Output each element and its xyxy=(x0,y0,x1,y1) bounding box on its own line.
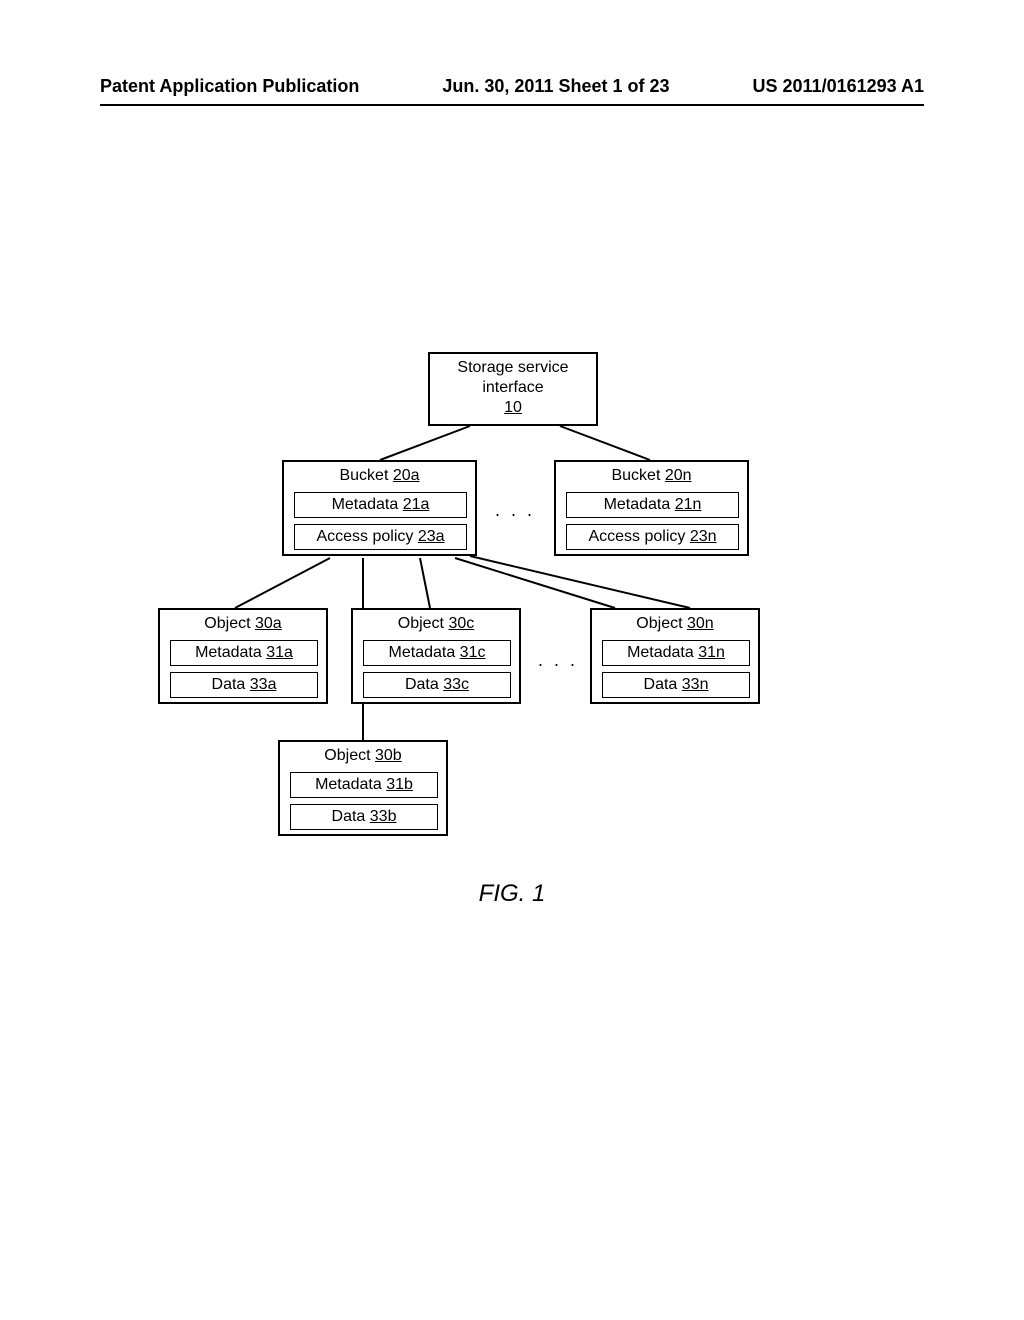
bucket-20a-title: Bucket 20a xyxy=(284,466,475,486)
object-30c-data: Data 33c xyxy=(363,672,511,698)
object-30b-metadata: Metadata 31b xyxy=(290,772,438,798)
object-30c-data-prefix: Data xyxy=(405,676,443,693)
page-header: Patent Application Publication Jun. 30, … xyxy=(100,76,924,97)
object-30n-metadata: Metadata 31n xyxy=(602,640,750,666)
bucket-20n-access-policy: Access policy 23n xyxy=(566,524,739,550)
object-30b-title-ref: 30b xyxy=(375,747,402,764)
object-30a-data: Data 33a xyxy=(170,672,318,698)
header-right: US 2011/0161293 A1 xyxy=(753,76,924,97)
object-30n-title-ref: 30n xyxy=(687,615,714,632)
object-30a-meta-prefix: Metadata xyxy=(195,644,266,661)
header-rule xyxy=(100,104,924,106)
bucket-20a-ap-ref: 23a xyxy=(418,528,445,545)
bucket-20a-title-ref: 20a xyxy=(393,467,420,484)
bucket-20a-ap-prefix: Access policy xyxy=(316,528,417,545)
object-30b-data-prefix: Data xyxy=(332,808,370,825)
interface-title-line1: Storage service xyxy=(430,358,596,378)
header-mid: Jun. 30, 2011 Sheet 1 of 23 xyxy=(442,76,669,97)
object-30c-metadata: Metadata 31c xyxy=(363,640,511,666)
interface-title-line2: interface xyxy=(430,378,596,398)
bucket-20n-meta-prefix: Metadata xyxy=(604,496,675,513)
object-30b-title: Object 30b xyxy=(280,746,446,766)
object-30n-meta-prefix: Metadata xyxy=(627,644,698,661)
object-30a-data-prefix: Data xyxy=(212,676,250,693)
figure-caption: FIG. 1 xyxy=(0,880,1024,908)
object-30n-meta-ref: 31n xyxy=(698,644,725,661)
object-30a-data-ref: 33a xyxy=(250,676,277,693)
object-30a-metadata: Metadata 31a xyxy=(170,640,318,666)
object-30n-title: Object 30n xyxy=(592,614,758,634)
object-30n-data-ref: 33n xyxy=(682,676,709,693)
object-30b-meta-ref: 31b xyxy=(386,776,413,793)
bucket-20n-box: Bucket 20n Metadata 21n Access policy 23… xyxy=(554,460,749,556)
interface-ref: 10 xyxy=(504,398,522,418)
bucket-20a-meta-prefix: Metadata xyxy=(332,496,403,513)
ellipsis-objects: . . . xyxy=(538,650,578,671)
bucket-20n-ap-ref: 23n xyxy=(690,528,717,545)
object-30a-meta-ref: 31a xyxy=(266,644,293,661)
object-30b-title-prefix: Object xyxy=(324,747,375,764)
bucket-20a-access-policy: Access policy 23a xyxy=(294,524,467,550)
object-30b-meta-prefix: Metadata xyxy=(315,776,386,793)
object-30c-box: Object 30c Metadata 31c Data 33c xyxy=(351,608,521,704)
object-30n-data-prefix: Data xyxy=(644,676,682,693)
bucket-20a-title-prefix: Bucket xyxy=(339,467,392,484)
object-30a-title-prefix: Object xyxy=(204,615,255,632)
object-30n-title-prefix: Object xyxy=(636,615,687,632)
object-30c-title-prefix: Object xyxy=(398,615,449,632)
bucket-20n-title: Bucket 20n xyxy=(556,466,747,486)
object-30b-data-ref: 33b xyxy=(370,808,397,825)
header-left: Patent Application Publication xyxy=(100,76,359,97)
object-30a-title-ref: 30a xyxy=(255,615,282,632)
bucket-20n-title-prefix: Bucket xyxy=(611,467,664,484)
page: Patent Application Publication Jun. 30, … xyxy=(0,0,1024,1320)
bucket-20a-meta-ref: 21a xyxy=(403,496,430,513)
bucket-20n-meta-ref: 21n xyxy=(675,496,702,513)
object-30c-title: Object 30c xyxy=(353,614,519,634)
object-30a-title: Object 30a xyxy=(160,614,326,634)
bucket-20a-metadata: Metadata 21a xyxy=(294,492,467,518)
object-30n-data: Data 33n xyxy=(602,672,750,698)
object-30c-meta-ref: 31c xyxy=(460,644,486,661)
object-30c-title-ref: 30c xyxy=(448,615,474,632)
object-30c-data-ref: 33c xyxy=(443,676,469,693)
bucket-20a-box: Bucket 20a Metadata 21a Access policy 23… xyxy=(282,460,477,556)
object-30b-data: Data 33b xyxy=(290,804,438,830)
storage-service-interface-box: Storage service interface 10 xyxy=(428,352,598,426)
bucket-20n-title-ref: 20n xyxy=(665,467,692,484)
object-30c-meta-prefix: Metadata xyxy=(389,644,460,661)
bucket-20n-ap-prefix: Access policy xyxy=(588,528,689,545)
object-30b-box: Object 30b Metadata 31b Data 33b xyxy=(278,740,448,836)
bucket-20n-metadata: Metadata 21n xyxy=(566,492,739,518)
object-30a-box: Object 30a Metadata 31a Data 33a xyxy=(158,608,328,704)
object-30n-box: Object 30n Metadata 31n Data 33n xyxy=(590,608,760,704)
ellipsis-buckets: . . . xyxy=(495,500,535,521)
